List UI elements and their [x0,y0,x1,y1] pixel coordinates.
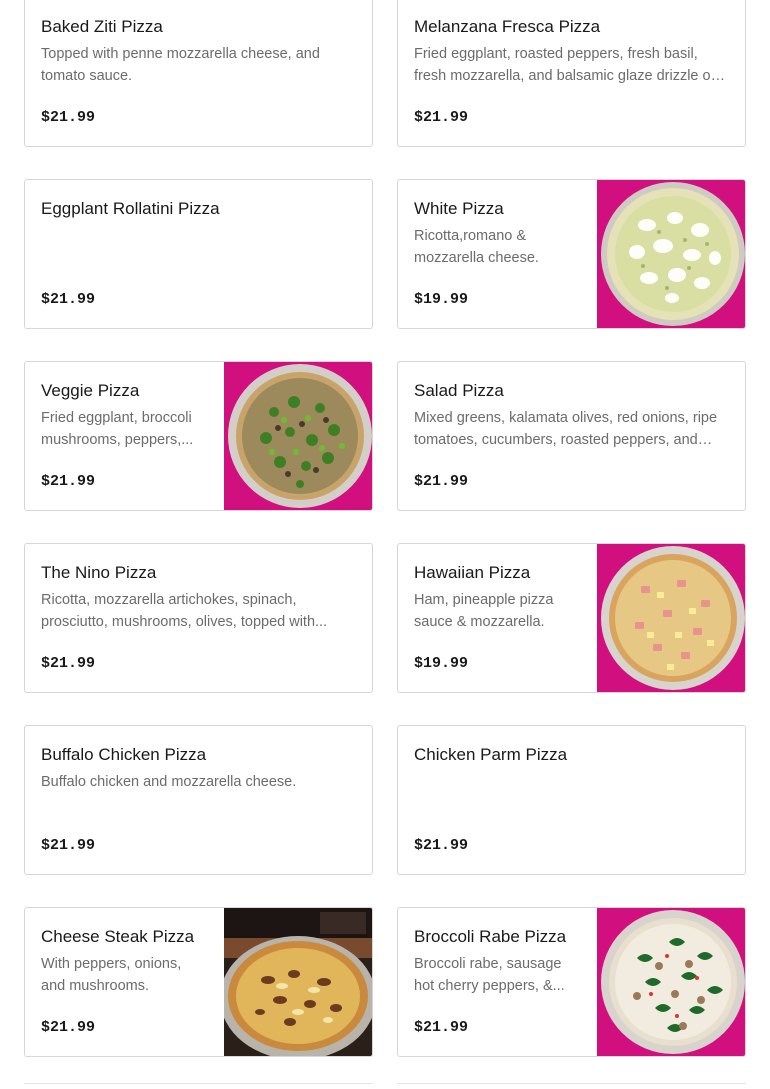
menu-item-info: Hawaiian Pizza Ham, pineapple pizza sauc… [398,544,597,692]
menu-item-description: Mixed greens, kalamata olives, red onion… [414,410,718,448]
menu-item-price: $21.99 [41,291,96,308]
menu-item-description: Broccoli rabe, sausage hot cherry pepper… [414,956,565,994]
cheese-steak-pizza-photo [224,908,372,1056]
menu-item-card[interactable]: The Nino Pizza Ricotta, mozzarella artic… [24,543,373,693]
menu-item-info: Eggplant Rollatini Pizza $21.99 [25,180,372,328]
menu-item-description: Ricotta,romano & mozzarella cheese. [414,228,539,266]
menu-item-card[interactable]: Broccoli Rabe Pizza Broccoli rabe, sausa… [397,907,746,1057]
menu-item-description: Topped with penne mozzarella cheese, and… [41,46,320,84]
menu-item-info: Cheese Steak Pizza With peppers, onions,… [25,908,224,1056]
menu-item-name: Veggie Pizza [41,381,140,400]
menu-item-name: The Nino Pizza [41,563,157,582]
menu-item-info: The Nino Pizza Ricotta, mozzarella artic… [25,544,372,692]
broccoli-rabe-pizza-photo [597,908,745,1056]
menu-item-price: $21.99 [414,473,469,490]
menu-item-description: Ricotta, mozzarella artichokes, spinach,… [41,592,328,630]
white-pizza-photo [597,180,745,328]
menu-item-card[interactable]: Cheese Steak Pizza With peppers, onions,… [24,907,373,1057]
menu-item-card[interactable]: Melanzana Fresca Pizza Fried eggplant, r… [397,0,746,147]
menu-item-name: Eggplant Rollatini Pizza [41,199,220,218]
menu-item-info: Baked Ziti Pizza Topped with penne mozza… [25,0,372,146]
menu-item-price: $21.99 [414,1019,469,1036]
menu-item-price: $21.99 [41,655,96,672]
menu-item-price: $21.99 [41,1019,96,1036]
menu-item-price: $21.99 [414,109,469,126]
menu-item-name: Salad Pizza [414,381,504,400]
card-top-edge [397,1083,746,1089]
menu-item-description [414,771,729,815]
menu-item-name: Broccoli Rabe Pizza [414,927,567,946]
menu-item-description: Fried eggplant, roasted peppers, fresh b… [414,46,719,84]
menu-item-price: $19.99 [414,291,469,308]
menu-item-info: Broccoli Rabe Pizza Broccoli rabe, sausa… [398,908,597,1056]
menu-item-info: Salad Pizza Mixed greens, kalamata olive… [398,362,745,510]
menu-item-info: White Pizza Ricotta,romano & mozzarella … [398,180,597,328]
menu-item-card[interactable]: Buffalo Chicken Pizza Buffalo chicken an… [24,725,373,875]
menu-item-price: $21.99 [414,837,469,854]
menu-item-card[interactable]: Eggplant Rollatini Pizza $21.99 [24,179,373,329]
menu-item-description: Fried eggplant, broccoli mushrooms, pepp… [41,410,194,448]
next-row-peek [24,1083,746,1089]
menu-item-card[interactable]: Hawaiian Pizza Ham, pineapple pizza sauc… [397,543,746,693]
menu-item-name: Melanzana Fresca Pizza [414,17,601,36]
card-top-edge [24,1083,373,1089]
menu-item-description [41,225,356,269]
menu-item-name: Cheese Steak Pizza [41,927,195,946]
menu-grid: Baked Ziti Pizza Topped with penne mozza… [24,0,746,1057]
menu-item-name: Baked Ziti Pizza [41,17,163,36]
menu-item-description: With peppers, onions, and mushrooms. [41,956,182,994]
menu-item-name: Hawaiian Pizza [414,563,531,582]
menu-item-card[interactable]: Veggie Pizza Fried eggplant, broccoli mu… [24,361,373,511]
menu-item-info: Chicken Parm Pizza $21.99 [398,726,745,874]
menu-item-price: $21.99 [41,837,96,854]
hawaiian-pizza-photo [597,544,745,692]
menu-item-description: Buffalo chicken and mozzarella cheese. [41,774,297,790]
veggie-pizza-photo [224,362,372,510]
menu-item-card[interactable]: Chicken Parm Pizza $21.99 [397,725,746,875]
menu-item-name: White Pizza [414,199,504,218]
menu-item-price: $21.99 [41,109,96,126]
menu-item-card[interactable]: Salad Pizza Mixed greens, kalamata olive… [397,361,746,511]
menu-item-price: $19.99 [414,655,469,672]
menu-item-info: Buffalo Chicken Pizza Buffalo chicken an… [25,726,372,874]
menu-item-name: Buffalo Chicken Pizza [41,745,207,764]
menu-item-price: $21.99 [41,473,96,490]
menu-item-name: Chicken Parm Pizza [414,745,568,764]
menu-item-card[interactable]: Baked Ziti Pizza Topped with penne mozza… [24,0,373,147]
menu-item-card[interactable]: White Pizza Ricotta,romano & mozzarella … [397,179,746,329]
menu-item-info: Veggie Pizza Fried eggplant, broccoli mu… [25,362,224,510]
menu-item-description: Ham, pineapple pizza sauce & mozzarella. [414,592,554,630]
menu-item-info: Melanzana Fresca Pizza Fried eggplant, r… [398,0,745,146]
